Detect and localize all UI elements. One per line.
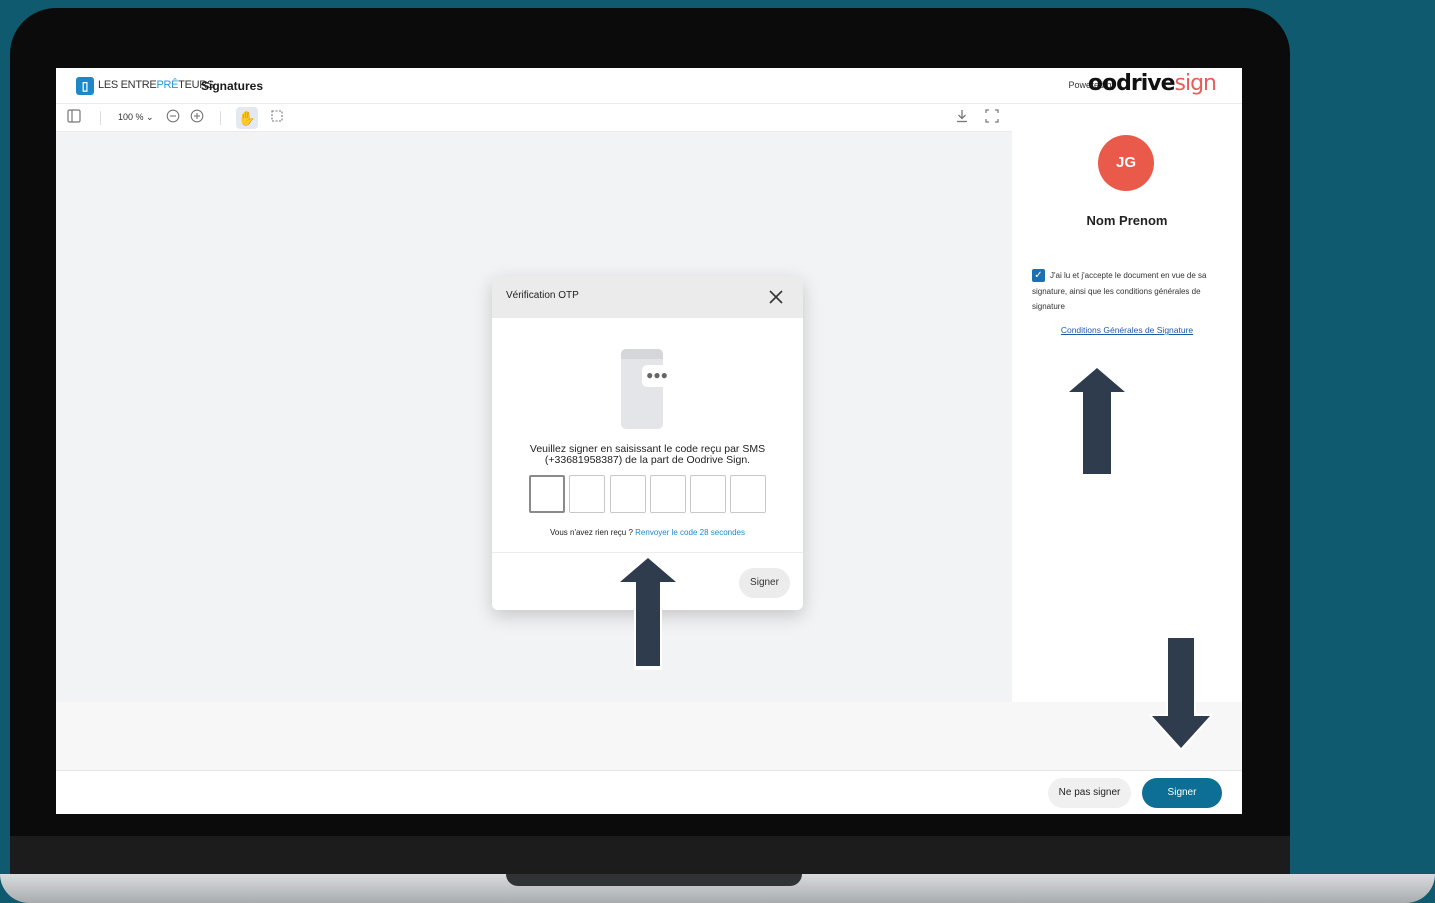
provider-logo: oodrivesign <box>1087 71 1217 96</box>
otp-digit-input[interactable] <box>730 475 766 513</box>
laptop-notch <box>506 874 802 886</box>
select-tool-icon[interactable] <box>268 109 286 127</box>
otp-digit-input[interactable] <box>690 475 726 513</box>
viewer-footer-area <box>56 702 1242 770</box>
zoom-select[interactable]: 100 % ⌄ <box>118 112 154 123</box>
arrow-up-icon <box>616 554 680 670</box>
consent-text: J'ai lu et j'accepte le document en vue … <box>1032 271 1207 311</box>
message-bubble-icon: ●●● <box>642 365 672 387</box>
dialog-header: Vérification OTP <box>492 276 803 318</box>
sidebar-toggle-icon[interactable] <box>65 109 83 127</box>
pan-tool-icon[interactable]: ✋ <box>236 107 258 129</box>
app-header: ▯ LES ENTREPRÊTEURS Signatures Powered b… <box>56 68 1242 104</box>
resend-link[interactable]: Renvoyer le code 28 secondes <box>635 528 745 537</box>
resend-prompt: Vous n'avez rien reçu ? <box>549 528 633 537</box>
otp-digit-input[interactable] <box>529 475 565 513</box>
arrow-up-icon <box>1065 364 1129 478</box>
toolbar-divider <box>220 111 221 125</box>
download-icon[interactable] <box>953 109 971 127</box>
action-bar: Ne pas signer Signer <box>56 770 1242 814</box>
app-title: Signatures <box>201 79 264 93</box>
fullscreen-icon[interactable] <box>983 109 1001 127</box>
signer-name: Nom Prenom <box>1086 213 1168 228</box>
laptop-chin <box>10 836 1290 876</box>
zoom-out-icon[interactable] <box>164 109 182 127</box>
toolbar-divider <box>100 111 101 125</box>
sign-button[interactable]: Signer <box>1142 778 1222 808</box>
otp-digit-input[interactable] <box>569 475 605 513</box>
dialog-title: Vérification OTP <box>506 290 579 301</box>
dialog-sign-button[interactable]: Signer <box>739 568 790 598</box>
otp-digit-input[interactable] <box>650 475 686 513</box>
consent-checkbox[interactable]: ✓ <box>1032 269 1045 282</box>
terms-link[interactable]: Conditions Générales de Signature <box>1012 325 1242 335</box>
zoom-in-icon[interactable] <box>188 109 206 127</box>
avatar: JG <box>1098 135 1154 191</box>
arrow-down-icon <box>1148 636 1214 752</box>
resend-row: Vous n'avez rien reçu ? Renvoyer le code… <box>492 528 803 537</box>
close-icon[interactable] <box>769 284 783 310</box>
decline-button[interactable]: Ne pas signer <box>1048 778 1131 808</box>
otp-instruction: Veuillez signer en saisissant le code re… <box>529 443 766 466</box>
otp-digit-input[interactable] <box>610 475 646 513</box>
brand-name: LES ENTREPRÊTEURS <box>98 79 214 91</box>
viewer-toolbar: 100 % ⌄ ✋ <box>56 104 1012 132</box>
brand-logo-icon: ▯ <box>76 77 94 95</box>
phone-icon <box>621 349 663 429</box>
